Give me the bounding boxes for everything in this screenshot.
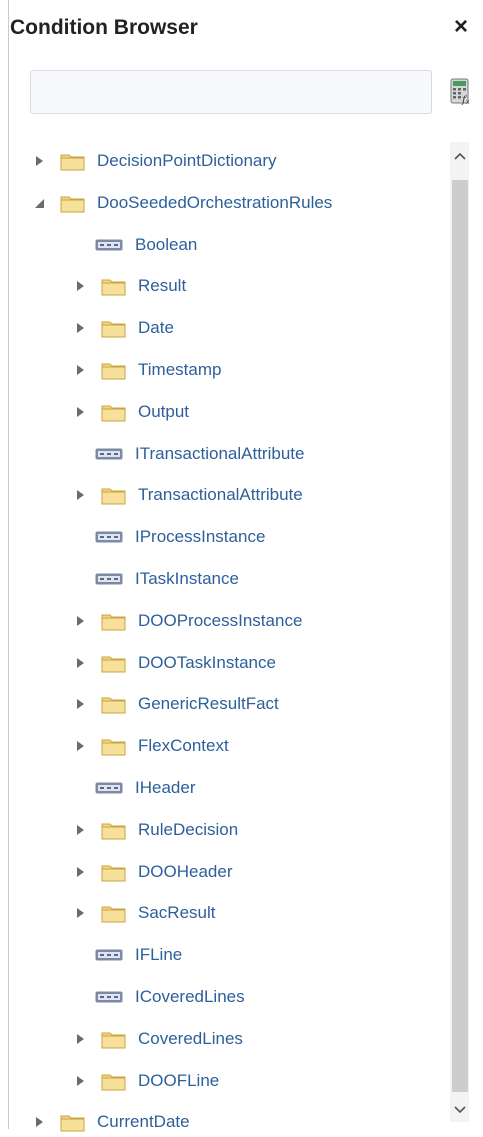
expand-arrow-icon[interactable] [73, 823, 87, 837]
folder-icon [101, 321, 126, 337]
tree-node-folder[interactable]: Result [73, 271, 186, 301]
attribute-icon [95, 991, 123, 1003]
tree-node-folder[interactable]: SacResult [73, 898, 215, 928]
chevron-down-icon [453, 1106, 466, 1114]
tree-node-root[interactable]: DecisionPointDictionary [32, 146, 277, 176]
condition-tree: DecisionPointDictionary DooSeededOrchestr… [0, 138, 445, 1131]
tree-node-label[interactable]: DOOFLine [138, 1071, 219, 1091]
close-icon[interactable]: × [454, 15, 468, 39]
search-input[interactable] [30, 70, 432, 114]
tree-node-attribute[interactable]: IHeader [95, 773, 195, 803]
expand-arrow-icon[interactable] [73, 1032, 87, 1046]
panel-title: Condition Browser [10, 16, 198, 39]
tree-node-folder[interactable]: DOOHeader [73, 857, 232, 887]
tree-node-label[interactable]: Timestamp [138, 360, 221, 380]
folder-icon [101, 363, 126, 379]
folder-icon [60, 196, 85, 212]
expand-arrow-icon[interactable] [73, 321, 87, 335]
tree-node-label[interactable]: ITaskInstance [135, 569, 239, 589]
scroll-down-button[interactable] [450, 1100, 469, 1120]
tree-node-label[interactable]: Output [138, 402, 189, 422]
tree-node-label[interactable]: DooSeededOrchestrationRules [97, 193, 332, 213]
tree-node-label[interactable]: CurrentDate [97, 1112, 190, 1132]
collapse-arrow-icon[interactable] [32, 196, 46, 210]
folder-icon [60, 154, 85, 170]
tree-node-folder[interactable]: FlexContext [73, 731, 229, 761]
tree-node-folder[interactable]: GenericResultFact [73, 689, 279, 719]
attribute-icon [95, 949, 123, 961]
folder-icon [101, 739, 126, 755]
tree-node-label[interactable]: RuleDecision [138, 820, 238, 840]
tree-node-root[interactable]: DooSeededOrchestrationRules [32, 188, 332, 218]
tree-node-label[interactable]: DOOHeader [138, 862, 232, 882]
chevron-up-icon [453, 152, 466, 160]
tree-node-label[interactable]: DecisionPointDictionary [97, 151, 277, 171]
folder-icon [101, 405, 126, 421]
folder-icon [101, 1074, 126, 1090]
expand-arrow-icon[interactable] [73, 1074, 87, 1088]
tree-node-folder[interactable]: CoveredLines [73, 1024, 243, 1054]
expand-arrow-icon[interactable] [73, 488, 87, 502]
tree-node-label[interactable]: TransactionalAttribute [138, 485, 303, 505]
tree-node-attribute[interactable]: ICoveredLines [95, 982, 245, 1012]
folder-icon [101, 906, 126, 922]
folder-icon [101, 488, 126, 504]
tree-node-folder[interactable]: Date [73, 313, 174, 343]
expand-arrow-icon[interactable] [73, 614, 87, 628]
tree-node-label[interactable]: ICoveredLines [135, 987, 245, 1007]
tree-node-label[interactable]: DOOProcessInstance [138, 611, 302, 631]
tree-node-label[interactable]: GenericResultFact [138, 694, 279, 714]
attribute-icon [95, 448, 123, 460]
tree-node-attribute[interactable]: IProcessInstance [95, 522, 265, 552]
tree-node-label[interactable]: IHeader [135, 778, 195, 798]
tree-node-folder[interactable]: Output [73, 397, 189, 427]
expand-arrow-icon[interactable] [73, 865, 87, 879]
expand-arrow-icon[interactable] [32, 1115, 46, 1129]
tree-node-folder[interactable]: DOOProcessInstance [73, 606, 302, 636]
scrollbar-thumb[interactable] [452, 180, 468, 1092]
tree-node-label[interactable]: IProcessInstance [135, 527, 265, 547]
scroll-up-button[interactable] [450, 146, 469, 166]
tree-node-label[interactable]: DOOTaskInstance [138, 653, 276, 673]
attribute-icon [95, 239, 123, 251]
tree-node-label[interactable]: IFLine [135, 945, 182, 965]
tree-node-label[interactable]: FlexContext [138, 736, 229, 756]
tree-node-root[interactable]: CurrentDate [32, 1107, 190, 1137]
tree-node-folder[interactable]: TransactionalAttribute [73, 480, 303, 510]
tree-node-label[interactable]: SacResult [138, 903, 215, 923]
tree-node-folder[interactable]: RuleDecision [73, 815, 238, 845]
tree-node-attribute[interactable]: Boolean [95, 230, 197, 260]
attribute-icon [95, 782, 123, 794]
tree-node-attribute[interactable]: ITransactionalAttribute [95, 439, 304, 469]
attribute-icon [95, 531, 123, 543]
attribute-icon [95, 573, 123, 585]
expand-arrow-icon[interactable] [73, 405, 87, 419]
folder-icon [101, 865, 126, 881]
tree-node-label[interactable]: Result [138, 276, 186, 296]
folder-icon [101, 656, 126, 672]
expand-arrow-icon[interactable] [73, 697, 87, 711]
expand-arrow-icon[interactable] [73, 739, 87, 753]
tree-node-label[interactable]: ITransactionalAttribute [135, 444, 304, 464]
tree-node-label[interactable]: Date [138, 318, 174, 338]
folder-icon [101, 614, 126, 630]
svg-text:x: x [466, 99, 470, 106]
tree-node-folder[interactable]: Timestamp [73, 355, 221, 385]
expand-arrow-icon[interactable] [32, 154, 46, 168]
folder-icon [101, 279, 126, 295]
folder-icon [101, 823, 126, 839]
tree-node-folder[interactable]: DOOTaskInstance [73, 648, 276, 678]
tree-node-attribute[interactable]: IFLine [95, 940, 182, 970]
expression-calculator-icon[interactable]: f x [449, 78, 473, 106]
expand-arrow-icon[interactable] [73, 906, 87, 920]
expand-arrow-icon[interactable] [73, 279, 87, 293]
folder-icon [101, 697, 126, 713]
tree-node-label[interactable]: CoveredLines [138, 1029, 243, 1049]
expand-arrow-icon[interactable] [73, 363, 87, 377]
tree-node-attribute[interactable]: ITaskInstance [95, 564, 239, 594]
tree-node-folder[interactable]: DOOFLine [73, 1066, 219, 1096]
tree-node-label[interactable]: Boolean [135, 235, 197, 255]
expand-arrow-icon[interactable] [73, 656, 87, 670]
folder-icon [101, 1032, 126, 1048]
